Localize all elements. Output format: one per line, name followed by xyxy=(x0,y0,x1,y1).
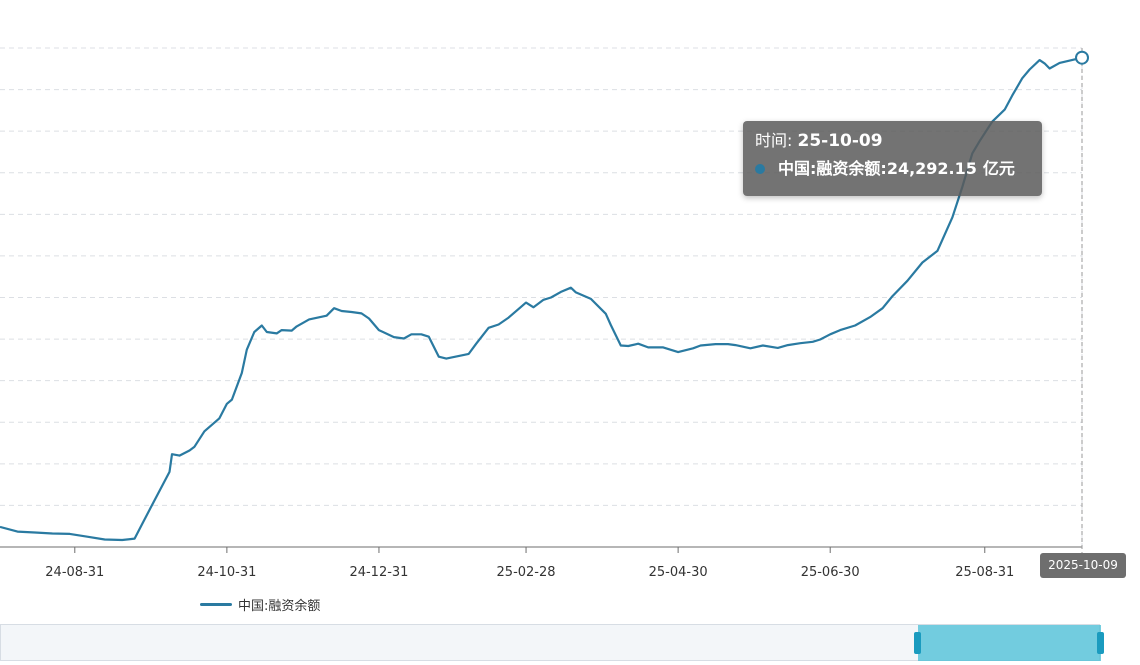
x-tick-label: 25-02-28 xyxy=(497,565,556,580)
tooltip-series-label: 中国:融资余额: xyxy=(778,159,887,178)
legend-swatch xyxy=(200,602,232,606)
tooltip-time-value: 25-10-09 xyxy=(797,131,883,151)
tooltip-value: 24,292.15 xyxy=(886,159,977,178)
x-tick-label: 25-04-30 xyxy=(649,565,708,580)
highlighted-point xyxy=(1075,50,1089,65)
tooltip-series-marker xyxy=(755,164,765,174)
x-axis: 24-08-31 24-10-31 24-12-31 25-02-28 25-04-30… xyxy=(0,546,1082,580)
data-zoom-handle-right[interactable] xyxy=(1097,632,1104,654)
tooltip-time-label: 时间: xyxy=(755,131,798,150)
data-zoom-handle-left[interactable] xyxy=(914,632,921,654)
x-tick-label: 24-12-31 xyxy=(349,565,408,580)
legend-label: 中国:融资余额 xyxy=(238,598,321,614)
chart-canvas: 24-08-31 24-10-31 24-12-31 25-02-28 25-04-30… xyxy=(0,47,1089,580)
x-tick-label: 25-08-31 xyxy=(955,565,1014,580)
x-tick-label: 25-06-30 xyxy=(801,565,860,580)
tooltip-unit: 亿元 xyxy=(982,159,1015,178)
data-zoom-window[interactable] xyxy=(918,625,1101,661)
tooltip-value-row: 中国:融资余额: 24,292.15 亿元 xyxy=(755,156,1030,182)
axis-pointer-label: 2025-10-09 xyxy=(1040,553,1126,578)
tooltip: 时间: 25-10-09 中国:融资余额: 24,292.15 亿元 xyxy=(743,121,1042,196)
x-tick-label: 24-08-31 xyxy=(45,565,104,580)
x-tick-label: 24-10-31 xyxy=(197,565,256,580)
legend[interactable]: 中国:融资余额 xyxy=(200,595,321,614)
tooltip-time-row: 时间: 25-10-09 xyxy=(755,129,1030,153)
